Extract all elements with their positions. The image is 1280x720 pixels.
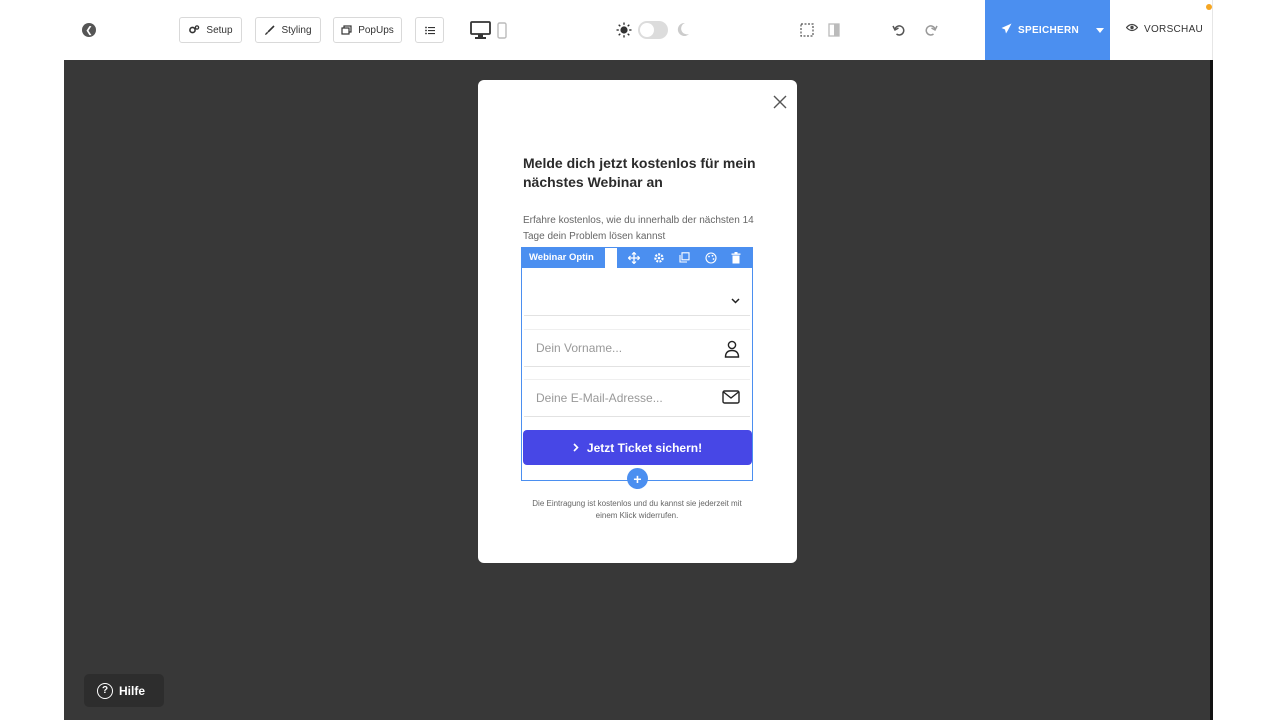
styling-label: Styling bbox=[281, 24, 312, 36]
gears-icon bbox=[188, 24, 200, 36]
popup-headline[interactable]: Melde dich jetzt kostenlos für mein näch… bbox=[523, 154, 763, 192]
chevron-down-icon bbox=[731, 291, 740, 309]
windows-icon bbox=[341, 25, 352, 35]
email-placeholder: Deine E-Mail-Adresse... bbox=[536, 391, 663, 405]
help-button[interactable]: ? Hilfe bbox=[84, 674, 164, 707]
save-label: SPEICHERN bbox=[1018, 24, 1080, 36]
sun-icon bbox=[615, 21, 632, 38]
preview-button[interactable]: VORSCHAU bbox=[1125, 23, 1204, 35]
brush-icon bbox=[264, 24, 276, 36]
notification-dot bbox=[1206, 4, 1212, 10]
eye-icon bbox=[1125, 23, 1139, 35]
firstname-field[interactable]: Dein Vorname... bbox=[524, 329, 750, 367]
styling-button[interactable]: Styling bbox=[255, 17, 321, 43]
help-label: Hilfe bbox=[119, 683, 146, 698]
layers-button[interactable] bbox=[415, 17, 444, 43]
form-dropdown[interactable] bbox=[524, 278, 750, 316]
list-icon bbox=[424, 26, 435, 35]
undo-icon[interactable] bbox=[891, 22, 907, 38]
trash-icon[interactable] bbox=[729, 251, 743, 265]
right-strip bbox=[1212, 0, 1280, 720]
paper-plane-icon bbox=[1001, 23, 1012, 37]
disclaimer-text[interactable]: Die Eintragung ist kostenlos und du kann… bbox=[530, 498, 744, 521]
email-field[interactable]: Deine E-Mail-Adresse... bbox=[524, 379, 750, 417]
redo-icon[interactable] bbox=[923, 22, 939, 38]
sidebar-panel-icon[interactable] bbox=[826, 22, 841, 37]
close-icon[interactable] bbox=[772, 94, 788, 110]
form-toolbar bbox=[617, 247, 753, 268]
user-icon bbox=[724, 340, 740, 361]
save-button[interactable]: SPEICHERN bbox=[985, 0, 1110, 60]
save-options-caret-icon[interactable] bbox=[1089, 27, 1110, 33]
envelope-icon bbox=[722, 390, 740, 407]
popups-label: PopUps bbox=[358, 24, 394, 36]
moon-icon bbox=[675, 21, 690, 37]
canvas-edge bbox=[1210, 60, 1213, 720]
palette-icon[interactable] bbox=[704, 251, 718, 265]
settings-gear-icon[interactable] bbox=[652, 251, 666, 265]
setup-button[interactable]: Setup bbox=[179, 17, 242, 43]
setup-label: Setup bbox=[206, 24, 233, 36]
popup-subtext[interactable]: Erfahre kostenlos, wie du innerhalb der … bbox=[523, 213, 758, 244]
desktop-icon[interactable] bbox=[469, 20, 491, 40]
add-element-button[interactable]: + bbox=[627, 468, 648, 489]
form-element-label[interactable]: Webinar Optin bbox=[521, 247, 605, 268]
popups-button[interactable]: PopUps bbox=[333, 17, 402, 43]
mobile-icon[interactable] bbox=[496, 21, 508, 39]
boundary-icon[interactable] bbox=[799, 22, 814, 37]
duplicate-icon[interactable] bbox=[678, 251, 692, 265]
back-icon[interactable]: ❮ bbox=[82, 23, 96, 37]
theme-toggle[interactable] bbox=[638, 21, 668, 39]
move-icon[interactable] bbox=[627, 251, 641, 265]
submit-ticket-button[interactable]: Jetzt Ticket sichern! bbox=[523, 430, 752, 465]
help-question-icon: ? bbox=[97, 682, 113, 699]
firstname-placeholder: Dein Vorname... bbox=[536, 341, 623, 355]
chevron-right-icon bbox=[573, 441, 579, 455]
submit-ticket-label: Jetzt Ticket sichern! bbox=[586, 440, 703, 455]
preview-label: VORSCHAU bbox=[1144, 23, 1204, 35]
